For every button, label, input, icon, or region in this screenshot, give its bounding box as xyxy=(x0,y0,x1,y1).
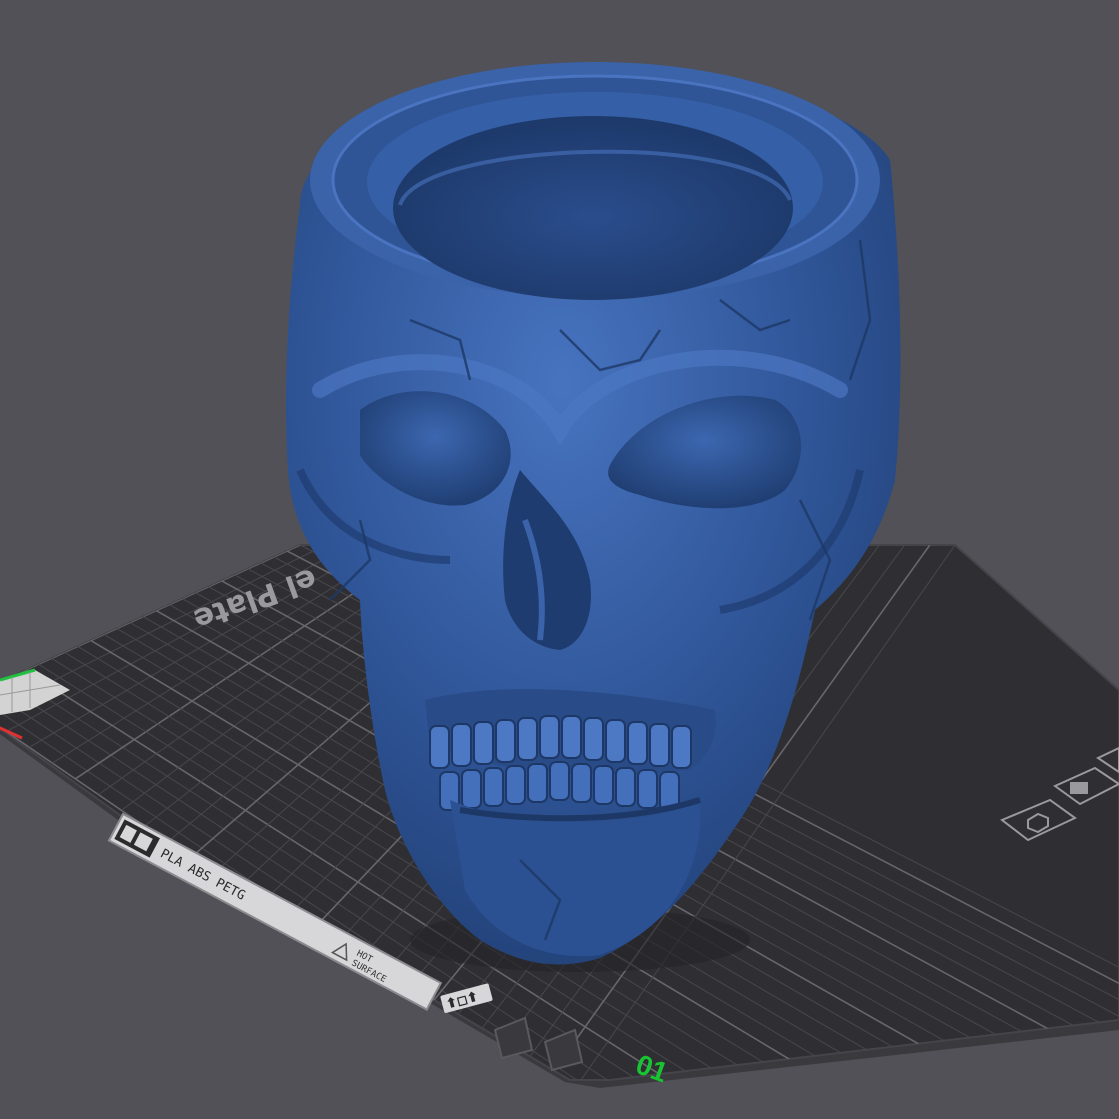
3d-viewport[interactable]: el Plate PLA ABS PETG HOT SURFACE ⬆◻⬆ 01 xyxy=(0,0,1119,1119)
upper-tooth xyxy=(451,723,472,767)
scene-canvas[interactable]: el Plate PLA ABS PETG HOT SURFACE ⬆◻⬆ 01 xyxy=(0,0,1119,1119)
upper-tooth xyxy=(671,725,692,769)
upper-tooth xyxy=(495,719,516,763)
lower-tooth xyxy=(593,765,614,805)
upper-tooth xyxy=(473,721,494,765)
lower-tooth xyxy=(505,765,526,805)
lower-tooth xyxy=(549,761,570,801)
upper-tooth xyxy=(605,719,626,763)
upper-tooth xyxy=(649,723,670,767)
upper-tooth xyxy=(429,725,450,769)
upper-tooth xyxy=(517,717,538,761)
bowl-opening xyxy=(393,116,793,300)
lower-tooth xyxy=(571,763,592,803)
lower-tooth xyxy=(615,767,636,807)
lower-tooth xyxy=(483,767,504,807)
lower-tooth xyxy=(527,763,548,803)
lower-tooth xyxy=(461,769,482,809)
upper-tooth xyxy=(627,721,648,765)
upper-tooth xyxy=(539,715,560,759)
lower-tooth xyxy=(637,769,658,809)
upper-tooth xyxy=(561,715,582,759)
upper-tooth xyxy=(583,717,604,761)
